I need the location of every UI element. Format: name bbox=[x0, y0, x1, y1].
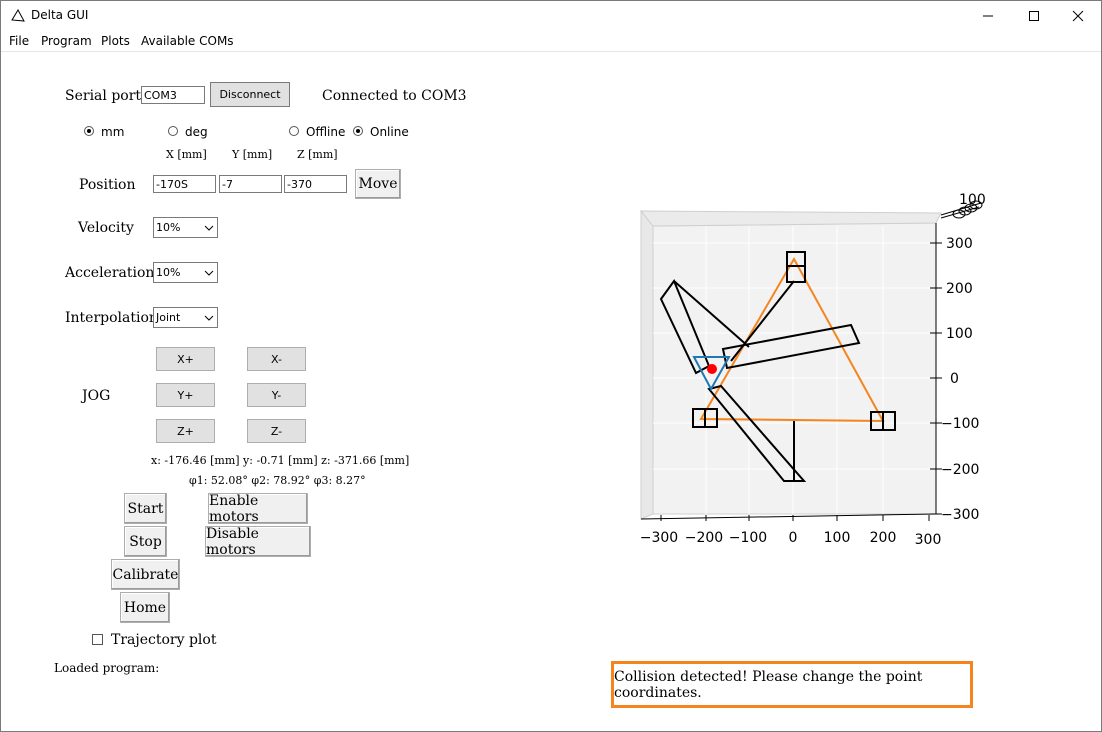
y-tick-label: −100 bbox=[941, 416, 979, 432]
y-tick-label: −300 bbox=[941, 507, 979, 523]
jog-y-minus-button[interactable]: Y- bbox=[247, 383, 306, 407]
interpolation-label: Interpolation bbox=[65, 310, 158, 326]
jog-z-plus-button[interactable]: Z+ bbox=[156, 419, 215, 443]
deg-radio[interactable] bbox=[168, 126, 178, 136]
jog-x-minus-button[interactable]: X- bbox=[247, 347, 306, 371]
offline-radio[interactable] bbox=[289, 126, 299, 136]
x-tick-label: −100 bbox=[729, 530, 767, 546]
title-bar: Delta GUI bbox=[1, 1, 1101, 31]
z-axis-labels: 100 bbox=[940, 192, 986, 219]
x-tick-label: −300 bbox=[640, 530, 678, 546]
loaded-program-label: Loaded program: bbox=[54, 661, 160, 675]
home-button[interactable]: Home bbox=[120, 592, 170, 623]
collision-message-text: Collision detected! Please change the po… bbox=[614, 668, 923, 701]
disable-motors-button[interactable]: Disable motors bbox=[205, 526, 311, 558]
y-axis-labels: 300 200 100 0 −100 −200 −300 bbox=[941, 236, 979, 523]
jog-y-plus-button[interactable]: Y+ bbox=[156, 383, 215, 407]
position-x-input[interactable]: -170S bbox=[153, 175, 216, 193]
maximize-icon bbox=[1029, 11, 1039, 21]
acceleration-label: Acceleration bbox=[65, 265, 155, 281]
chevron-down-icon bbox=[204, 270, 214, 276]
end-effector-point bbox=[707, 364, 717, 374]
x-header: X [mm] bbox=[166, 148, 207, 161]
y-tick-label: 0 bbox=[950, 371, 959, 387]
move-button[interactable]: Move bbox=[355, 169, 401, 199]
collision-message: Collision detected! Please change the po… bbox=[611, 661, 973, 708]
disconnect-button[interactable]: Disconnect bbox=[210, 82, 290, 107]
offline-radio-label: Offline bbox=[306, 125, 346, 139]
x-axis-labels: −300 −200 −100 0 100 200 300 bbox=[640, 530, 942, 548]
y-tick-label: 200 bbox=[946, 281, 973, 297]
jog-label: JOG bbox=[82, 388, 111, 404]
robot-3d-plot: −300 −200 −100 0 100 200 300 300 200 100… bbox=[639, 192, 986, 548]
trajectory-plot-checkbox[interactable] bbox=[92, 634, 103, 645]
acceleration-value: 10% bbox=[156, 266, 181, 279]
plot-pane-top bbox=[639, 210, 942, 227]
y-tick-label: −200 bbox=[941, 462, 979, 478]
online-radio-label: Online bbox=[370, 125, 409, 139]
start-button[interactable]: Start bbox=[124, 493, 167, 524]
position-label: Position bbox=[79, 177, 136, 193]
acceleration-select[interactable]: 10% bbox=[153, 262, 218, 283]
interpolation-select[interactable]: Joint bbox=[153, 307, 218, 328]
serial-port-input[interactable]: COM3 bbox=[141, 86, 205, 104]
jog-z-minus-button[interactable]: Z- bbox=[247, 419, 306, 443]
y-tick-label: 100 bbox=[946, 326, 973, 342]
app-triangle-icon bbox=[11, 8, 25, 22]
x-axis-line bbox=[640, 513, 937, 520]
interpolation-value: Joint bbox=[156, 311, 181, 324]
close-icon bbox=[1072, 10, 1084, 22]
connection-status: Connected to COM3 bbox=[322, 88, 467, 104]
x-tick-label: 0 bbox=[789, 530, 798, 546]
y-tick-label: 300 bbox=[946, 236, 973, 252]
x-tick-label: 100 bbox=[824, 530, 851, 546]
stop-button[interactable]: Stop bbox=[124, 526, 167, 557]
chevron-down-icon bbox=[204, 225, 214, 231]
menu-file[interactable]: File bbox=[9, 34, 29, 48]
trajectory-plot-label: Trajectory plot bbox=[111, 632, 217, 648]
menu-available-coms[interactable]: Available COMs bbox=[141, 34, 234, 48]
calibrate-button[interactable]: Calibrate bbox=[111, 559, 180, 590]
velocity-value: 10% bbox=[156, 221, 181, 234]
y-header: Y [mm] bbox=[232, 148, 273, 161]
jog-x-plus-button[interactable]: X+ bbox=[156, 347, 215, 371]
menu-program[interactable]: Program bbox=[41, 34, 92, 48]
x-tick-label: −200 bbox=[685, 530, 723, 546]
x-tick-label: 200 bbox=[870, 530, 897, 546]
online-radio[interactable] bbox=[353, 126, 363, 136]
position-readout: x: -176.46 [mm] y: -0.71 [mm] z: -371.66… bbox=[151, 454, 410, 467]
mm-radio[interactable] bbox=[84, 126, 94, 136]
enable-motors-button[interactable]: Enable motors bbox=[208, 493, 308, 525]
menu-bar: File Program Plots Available COMs bbox=[1, 32, 1101, 52]
angles-readout: φ1: 52.08° φ2: 78.92° φ3: 8.27° bbox=[189, 474, 366, 487]
maximize-button[interactable] bbox=[1011, 1, 1057, 31]
position-z-input[interactable]: -370 bbox=[284, 175, 347, 193]
minimize-button[interactable] bbox=[965, 1, 1011, 31]
window-title: Delta GUI bbox=[31, 8, 89, 22]
plot-pane-side bbox=[640, 209, 654, 520]
menu-plots[interactable]: Plots bbox=[101, 34, 130, 48]
velocity-select[interactable]: 10% bbox=[153, 217, 218, 238]
x-tick-label: 300 bbox=[915, 532, 942, 548]
velocity-label: Velocity bbox=[78, 220, 134, 236]
serial-port-label: Serial port bbox=[65, 88, 142, 104]
position-y-input[interactable]: -7 bbox=[219, 175, 282, 193]
z-header: Z [mm] bbox=[297, 148, 338, 161]
app-window: Delta GUI File Program Plots Available C… bbox=[0, 0, 1102, 732]
minimize-icon bbox=[983, 15, 993, 17]
close-button[interactable] bbox=[1055, 1, 1101, 31]
deg-radio-label: deg bbox=[185, 125, 208, 139]
chevron-down-icon bbox=[204, 315, 214, 321]
mm-radio-label: mm bbox=[101, 125, 125, 139]
